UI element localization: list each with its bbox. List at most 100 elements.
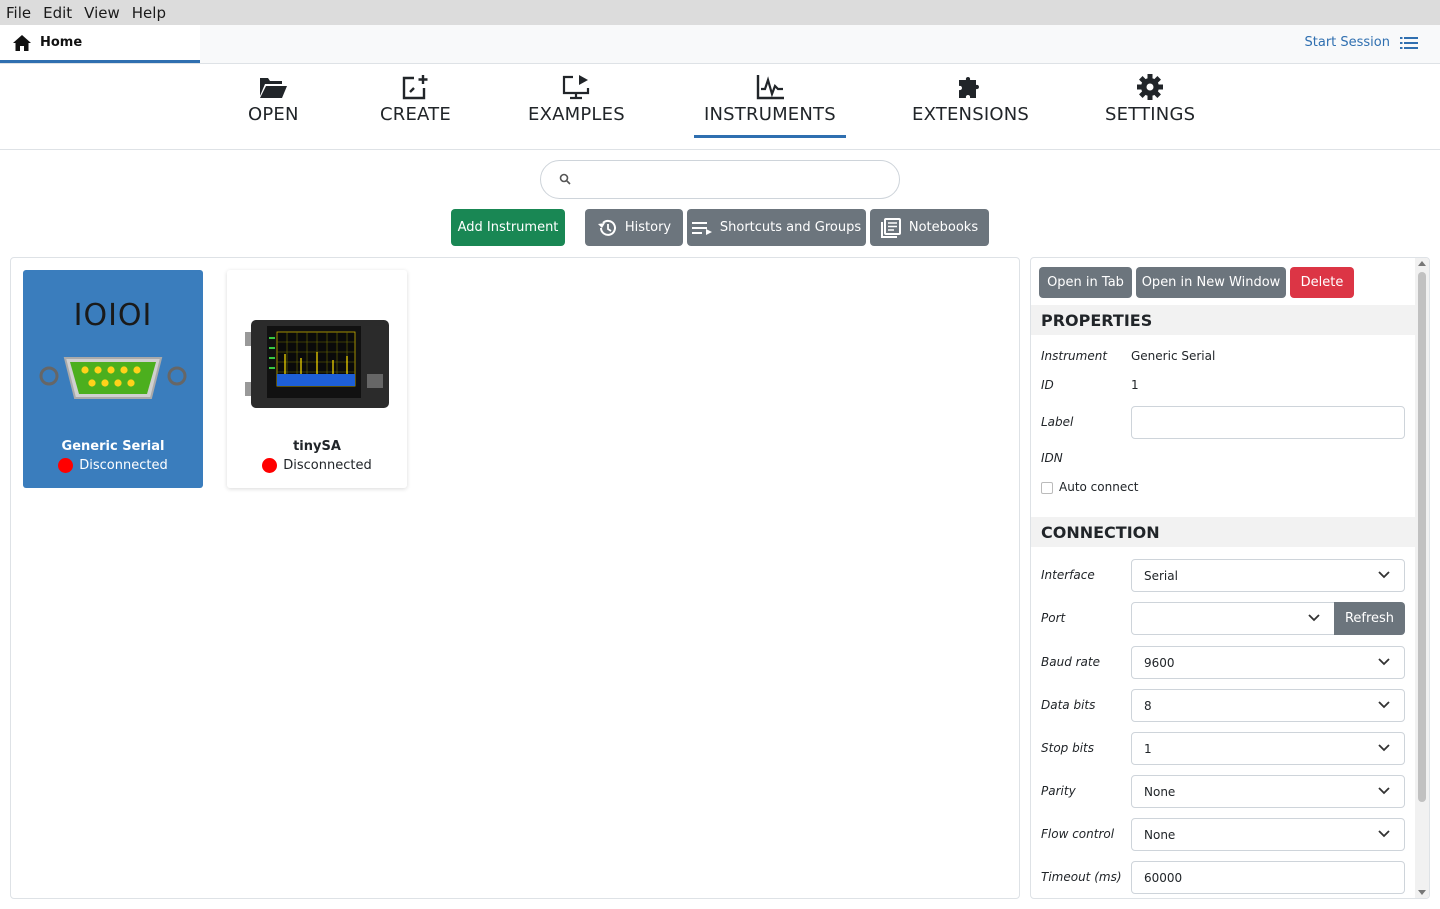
parity-value: None xyxy=(1144,784,1176,799)
tinysa-device-image xyxy=(239,308,395,414)
connection-heading: CONNECTION xyxy=(1031,517,1415,547)
puzzle-icon xyxy=(958,77,979,98)
parity-select[interactable]: None xyxy=(1131,775,1405,808)
shortcuts-groups-button[interactable]: Shortcuts and Groups xyxy=(687,209,866,246)
nav-extensions-label: EXTENSIONS xyxy=(912,104,1030,125)
delete-button[interactable]: Delete xyxy=(1290,267,1354,298)
id-value: 1 xyxy=(1131,378,1139,392)
flow-control-label: Flow control xyxy=(1041,827,1115,841)
nav-settings-label: SETTINGS xyxy=(1105,104,1196,125)
menu-edit[interactable]: Edit xyxy=(43,4,72,22)
refresh-button[interactable]: Refresh xyxy=(1334,602,1405,635)
list-icon xyxy=(1400,36,1418,49)
folder-open-icon xyxy=(260,78,288,98)
generic-serial-logo-text: IOIOI xyxy=(73,298,153,333)
start-session-label: Start Session xyxy=(1304,35,1391,50)
flow-control-value: None xyxy=(1144,827,1176,842)
home-icon xyxy=(13,34,31,51)
start-session-button[interactable]: Start Session xyxy=(1304,35,1418,50)
add-instrument-button[interactable]: Add Instrument xyxy=(451,209,565,246)
playlist-icon xyxy=(691,221,712,235)
id-label: ID xyxy=(1041,378,1054,392)
timeout-value: 60000 xyxy=(1144,870,1183,885)
nav-instruments[interactable]: INSTRUMENTS xyxy=(694,74,846,138)
menu-file[interactable]: File xyxy=(6,4,31,22)
notebook-icon xyxy=(880,217,901,238)
notebooks-label: Notebooks xyxy=(908,220,979,235)
baud-rate-value: 9600 xyxy=(1144,655,1175,670)
instrument-status-text: Disconnected xyxy=(283,458,372,473)
main-nav: OPEN CREATE EXAMPLES INSTRUMENTS EXTENSI… xyxy=(0,64,1440,150)
chevron-down-icon xyxy=(1378,787,1390,795)
interface-label: Interface xyxy=(1041,568,1095,582)
chevron-down-icon xyxy=(1378,744,1390,752)
nav-create[interactable]: CREATE xyxy=(380,74,451,125)
gear-icon xyxy=(1137,74,1164,100)
stop-bits-label: Stop bits xyxy=(1041,741,1095,755)
port-select[interactable] xyxy=(1131,602,1335,635)
auto-connect-checkbox[interactable] xyxy=(1041,482,1053,494)
history-icon xyxy=(597,219,616,236)
serial-connector-icon xyxy=(39,357,187,399)
shortcuts-groups-label: Shortcuts and Groups xyxy=(719,220,862,235)
search-icon xyxy=(559,173,571,185)
chevron-down-icon xyxy=(1378,701,1390,709)
properties-heading: PROPERTIES xyxy=(1031,305,1415,335)
instrument-card-tinysa[interactable]: tinySA Disconnected xyxy=(227,270,407,488)
menu-help[interactable]: Help xyxy=(132,4,166,22)
stop-bits-select[interactable]: 1 xyxy=(1131,732,1405,765)
nav-settings[interactable]: SETTINGS xyxy=(1105,74,1195,125)
nav-examples-label: EXAMPLES xyxy=(528,104,625,125)
menu-view[interactable]: View xyxy=(84,4,120,22)
nav-open[interactable]: OPEN xyxy=(248,74,299,125)
instrument-card-generic-serial[interactable]: IOIOI Generic Serial Disconnected xyxy=(23,270,203,488)
notebooks-button[interactable]: Notebooks xyxy=(870,209,989,246)
interface-select[interactable]: Serial xyxy=(1131,559,1405,592)
baud-rate-label: Baud rate xyxy=(1041,655,1100,669)
presentation-play-icon xyxy=(563,75,590,100)
history-button[interactable]: History xyxy=(585,209,683,246)
instrument-name: Generic Serial xyxy=(61,439,165,454)
baud-rate-select[interactable]: 9600 xyxy=(1131,646,1405,679)
active-tab-underline xyxy=(694,135,846,138)
status-dot-icon xyxy=(58,458,74,473)
scroll-up-icon[interactable] xyxy=(1418,261,1426,266)
auto-connect-label: Auto connect xyxy=(1059,480,1139,494)
search-input[interactable] xyxy=(581,167,881,193)
nav-create-label: CREATE xyxy=(380,104,451,125)
open-in-tab-label: Open in Tab xyxy=(1047,275,1124,290)
open-in-new-window-button[interactable]: Open in New Window xyxy=(1136,267,1286,298)
stop-bits-value: 1 xyxy=(1144,741,1152,756)
refresh-label: Refresh xyxy=(1344,611,1395,626)
instrument-list-panel: IOIOI Generic Serial Disconnected tinySA… xyxy=(10,257,1020,899)
tab-home-label: Home xyxy=(40,35,83,50)
instrument-status-text: Disconnected xyxy=(79,458,168,473)
add-instrument-label: Add Instrument xyxy=(457,220,559,235)
open-in-tab-button[interactable]: Open in Tab xyxy=(1039,267,1132,298)
instrument-status: Disconnected xyxy=(227,458,407,473)
flow-control-select[interactable]: None xyxy=(1131,818,1405,851)
scrollbar-thumb[interactable] xyxy=(1418,272,1426,802)
instrument-details-panel: Open in Tab Open in New Window Delete PR… xyxy=(1030,257,1430,899)
scroll-down-icon[interactable] xyxy=(1418,890,1426,895)
history-label: History xyxy=(624,220,672,235)
instrument-value: Generic Serial xyxy=(1131,349,1216,363)
chevron-down-icon xyxy=(1308,614,1320,622)
status-dot-icon xyxy=(262,458,278,473)
timeout-input[interactable]: 60000 xyxy=(1131,861,1405,894)
menu-bar: File Edit View Help xyxy=(0,0,1440,25)
chart-pulse-icon xyxy=(756,75,784,100)
data-bits-label: Data bits xyxy=(1041,698,1096,712)
open-in-new-window-label: Open in New Window xyxy=(1141,275,1281,290)
instrument-name: tinySA xyxy=(293,439,341,454)
nav-examples[interactable]: EXAMPLES xyxy=(528,74,625,125)
nav-extensions[interactable]: EXTENSIONS xyxy=(912,74,1029,125)
data-bits-value: 8 xyxy=(1144,698,1152,713)
tab-home[interactable]: Home xyxy=(0,25,200,63)
instrument-label: Instrument xyxy=(1041,349,1108,363)
label-input[interactable] xyxy=(1131,406,1405,439)
port-label: Port xyxy=(1041,611,1066,625)
chevron-down-icon xyxy=(1378,571,1390,579)
panel-scrollbar[interactable] xyxy=(1415,258,1429,898)
data-bits-select[interactable]: 8 xyxy=(1131,689,1405,722)
